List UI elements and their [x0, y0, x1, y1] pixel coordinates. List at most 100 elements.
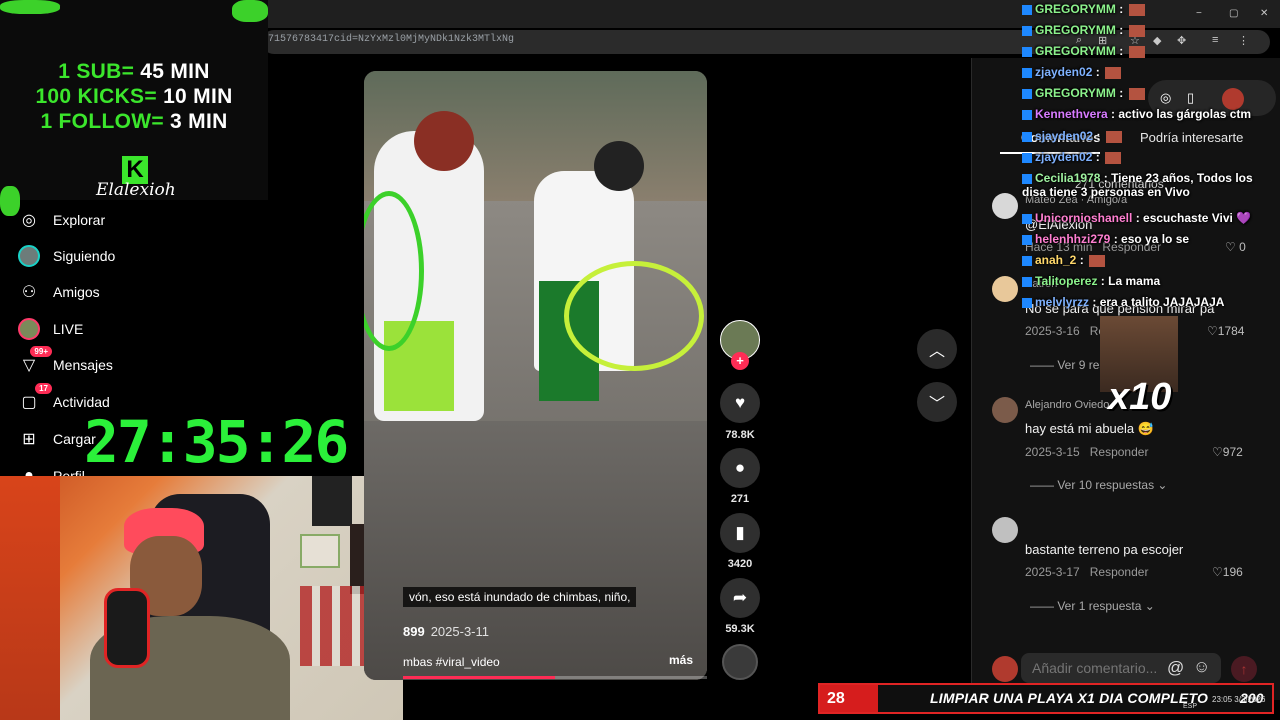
my-avatar [992, 656, 1018, 682]
sound-disc-icon[interactable] [722, 644, 758, 680]
paint-splat [232, 0, 268, 22]
nav-item-live[interactable]: LIVE [16, 314, 83, 344]
comment-meta: 2025-3-15 Responder [1025, 445, 1149, 459]
more-link[interactable]: más [669, 653, 693, 667]
next-video-button[interactable]: ﹀ [917, 382, 957, 422]
close-icon[interactable]: ✕ [1260, 8, 1268, 19]
follow-plus-icon[interactable]: + [731, 352, 749, 370]
minimize-icon[interactable]: − [1196, 8, 1202, 19]
send-button[interactable]: ↑ [1231, 656, 1257, 682]
chat-text: era a talito JAJAJAJA [1099, 295, 1225, 309]
mention-icon[interactable]: @ [1167, 658, 1184, 678]
chat-badge-icon [1022, 213, 1032, 224]
goal-count: 28 [820, 685, 878, 712]
emoji-icon[interactable]: ☺ [1193, 657, 1210, 677]
chat-username: Cecilia1978 [1035, 171, 1101, 185]
chat-message: anah_2 : [1022, 253, 1106, 267]
share-button[interactable]: ➦ [720, 578, 760, 618]
comment-avatar[interactable] [992, 193, 1018, 219]
chat-badge-icon [1022, 276, 1032, 287]
chat-username: sjayden02 [1035, 129, 1094, 143]
phone-icon[interactable]: ▯ [1187, 90, 1194, 106]
url-text[interactable]: 71576783417cid=NzYxMzl0MjMyNDk1Nzk3MTlxN… [268, 34, 514, 45]
chat-badge-icon [1022, 25, 1032, 36]
comment-like[interactable]: ♡972 [1212, 445, 1243, 459]
hula-hoop [564, 261, 704, 371]
chat-message: GREGORYMM : [1022, 2, 1145, 16]
comment-input-box[interactable] [1021, 653, 1221, 683]
like-button[interactable]: ♥ [720, 383, 760, 423]
video-progress-bar[interactable] [403, 676, 707, 679]
chat-badge-icon [1022, 46, 1032, 57]
live-icon [16, 316, 42, 342]
nav-item-mensajes[interactable]: ▽ 99+ Mensajes [16, 346, 113, 380]
comment-avatar[interactable] [992, 276, 1018, 302]
comment-like[interactable]: ♡196 [1212, 565, 1243, 579]
compass-icon: ◎ [22, 212, 36, 229]
emote-overlay: x10 [1100, 316, 1178, 418]
comment-author[interactable]: Alejandro Oviedo [1025, 399, 1109, 411]
goal-banner: 28 LIMPIAR UNA PLAYA X1 DIA COMPLETO 200 [818, 683, 1274, 714]
comment-like[interactable]: ♡1784 [1207, 324, 1244, 338]
nav-item-explorar[interactable]: ◎ Explorar [16, 205, 105, 235]
logo-name: Elalexioh [96, 180, 176, 200]
comment-input[interactable] [1021, 653, 1171, 683]
video-hashtags[interactable]: mbas #viral_video [403, 655, 500, 669]
chat-emote-icon [1105, 151, 1122, 164]
stream-timer: 27:35:26 [84, 408, 349, 476]
video-author[interactable]: 899 2025-3-11 [403, 624, 489, 639]
chat-emote-icon [1105, 130, 1122, 143]
microphone [104, 588, 150, 668]
upload-icon: ⊞ [22, 431, 36, 448]
chat-badge-icon [1022, 152, 1032, 163]
chat-badge-icon [1022, 67, 1032, 78]
playlist-icon[interactable]: ≡ [1212, 34, 1218, 46]
chat-emote-icon [1128, 3, 1145, 16]
nav-item-amigos[interactable]: ⚇ Amigos [16, 277, 100, 307]
compass-icon[interactable]: ◎ [1160, 90, 1171, 106]
video-floor [364, 421, 707, 680]
chat-badge-icon [1022, 297, 1032, 308]
comment-like[interactable]: ♡ 0 [1225, 240, 1246, 254]
comment-avatar[interactable] [992, 517, 1018, 543]
message-icon: ▽ 99+ [16, 346, 52, 378]
chat-emote-icon [1128, 87, 1145, 100]
taskbar-clock[interactable]: 23:05 3/3/2026 [1212, 695, 1265, 704]
chat-username: GREGORYMM [1035, 23, 1116, 37]
chat-username: melvlyrzz [1035, 295, 1090, 309]
chat-text: escuchaste Vivi 💜 [1143, 211, 1252, 225]
chat-username: GREGORYMM [1035, 2, 1116, 16]
taskbar-language[interactable]: ESP [1183, 703, 1197, 710]
wall-orange [0, 476, 60, 720]
activity-badge: 17 [35, 383, 52, 394]
chat-badge-icon [1022, 88, 1032, 99]
kicks-rate-line: 100 KICKS= 10 MIN [35, 85, 233, 108]
chat-message: Kennethvera : activo las gárgolas ctm [1022, 107, 1251, 121]
chat-text: activo las gárgolas ctm [1118, 107, 1252, 121]
person-head [414, 111, 474, 171]
goal-text: LIMPIAR UNA PLAYA X1 DIA COMPLETO [930, 690, 1209, 706]
comment-button[interactable]: ● [720, 448, 760, 488]
view-replies-link[interactable]: —— Ver 10 respuestas ⌄ [1030, 478, 1167, 492]
puzzle-icon[interactable]: ✥ [1177, 34, 1186, 47]
suggestions-tab[interactable]: Podría interesarte [1140, 130, 1243, 145]
reply-link[interactable]: Responder [1090, 445, 1149, 459]
comment-icon: ● [734, 458, 746, 477]
comment-count: 271 [730, 493, 750, 505]
maximize-icon[interactable]: ▢ [1229, 8, 1238, 19]
reply-link[interactable]: Responder [1090, 565, 1149, 579]
picture-frame [300, 534, 340, 568]
view-replies-link[interactable]: —— Ver 1 respuesta ⌄ [1030, 599, 1155, 613]
comment-avatar[interactable] [992, 397, 1018, 423]
save-count: 3420 [727, 558, 753, 570]
webcam-feed [0, 476, 403, 720]
following-avatar [16, 243, 42, 269]
poster [312, 476, 352, 526]
nav-item-siguiendo[interactable]: Siguiendo [16, 241, 115, 271]
previous-video-button[interactable]: ︿ [917, 329, 957, 369]
messages-badge: 99+ [30, 346, 52, 357]
save-button[interactable]: ▮ [720, 513, 760, 553]
menu-dots-icon[interactable]: ⋮ [1238, 34, 1249, 47]
extension-icon[interactable]: ◆ [1153, 34, 1161, 47]
chat-message: GREGORYMM : [1022, 23, 1145, 37]
